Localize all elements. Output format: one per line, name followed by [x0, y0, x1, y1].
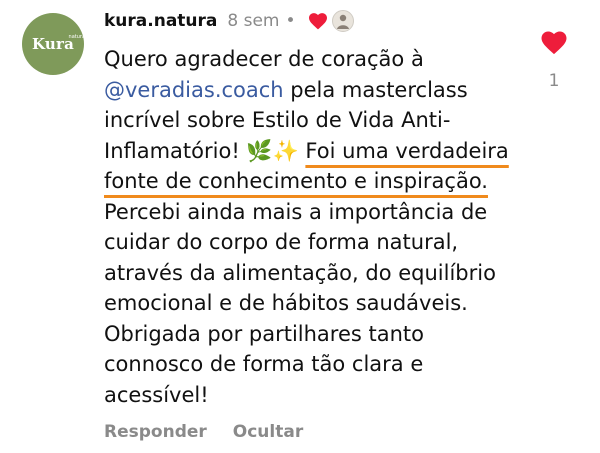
like-count: 1 [548, 71, 560, 91]
avatar[interactable]: Kura natura [22, 13, 86, 75]
comment-header: kura.natura 8 sem • [104, 9, 354, 33]
comment-actions: Responder Ocultar [104, 422, 303, 442]
avatar-logo-sub: natura [68, 34, 86, 40]
like-heart-icon[interactable] [540, 30, 568, 59]
comment-text-part: Percebi ainda mais a importância de cuid… [104, 199, 496, 407]
hide-button[interactable]: Ocultar [233, 422, 303, 442]
comment-text: Quero agradecer de coração à @veradias.c… [104, 44, 524, 410]
liker-avatar[interactable] [331, 10, 354, 32]
reply-button[interactable]: Responder [104, 422, 207, 442]
timestamp: 8 sem [227, 11, 280, 31]
comment-text-part: Quero agradecer de coração à [104, 47, 424, 71]
mention-link[interactable]: @veradias.coach [104, 78, 284, 102]
avatar-logo: Kura natura [31, 34, 86, 53]
username[interactable]: kura.natura [104, 11, 217, 31]
separator-dot: • [285, 11, 296, 31]
like-column: 1 [538, 30, 570, 91]
liked-by-author-heart-icon [308, 12, 328, 30]
